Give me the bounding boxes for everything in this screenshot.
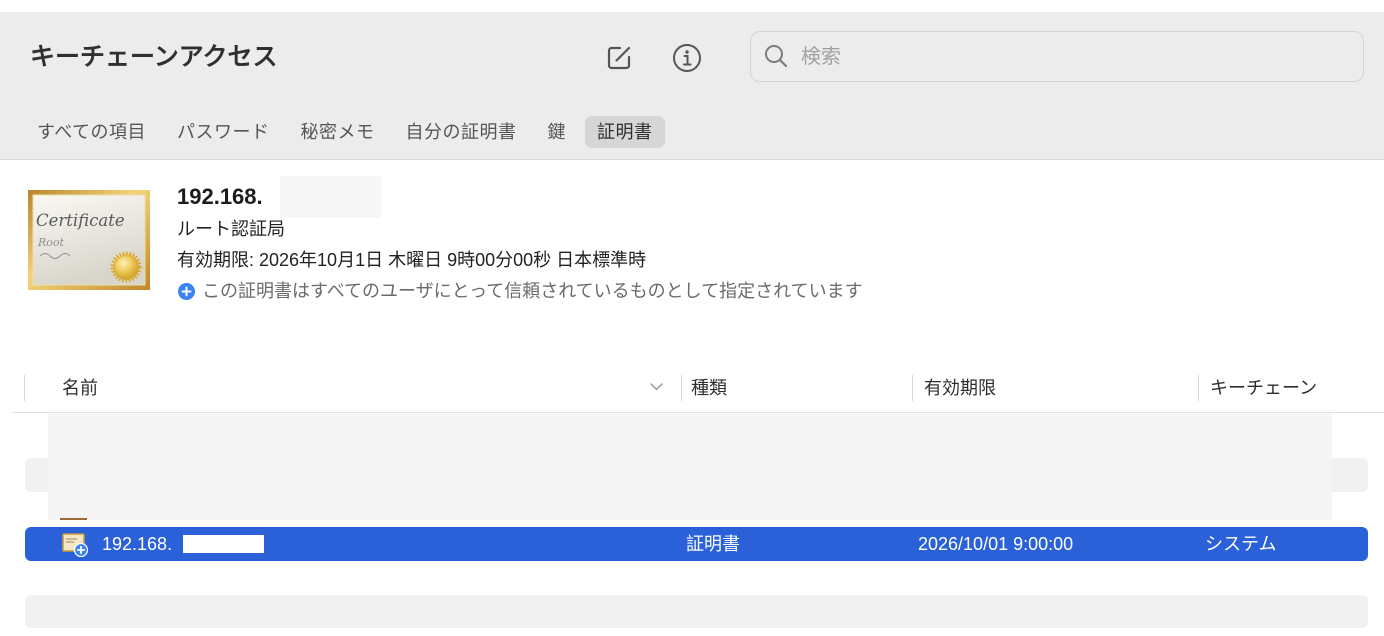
redaction-block: [280, 176, 381, 218]
column-divider[interactable]: [681, 375, 682, 401]
redaction-block: [48, 413, 1332, 520]
table-header: 名前 種類 有効期限 キーチェーン: [0, 372, 1384, 412]
tab-secure-notes[interactable]: 秘密メモ: [289, 116, 387, 148]
toolbar: キーチェーンアクセス すべての項目 パスワード 秘密メモ 自分の証明書 鍵 証明…: [0, 12, 1384, 160]
row-keychain: システム: [1205, 534, 1277, 554]
certificate-image: Certificate Root: [28, 190, 150, 290]
column-header-name[interactable]: 名前: [62, 376, 98, 400]
plus-circle-icon: [178, 283, 195, 300]
row-icon-fragment: [60, 518, 87, 520]
category-tabs: すべての項目 パスワード 秘密メモ 自分の証明書 鍵 証明書: [25, 116, 665, 148]
tab-certificates[interactable]: 証明書: [585, 116, 665, 148]
compose-icon: [607, 46, 631, 70]
chevron-down-icon[interactable]: [650, 383, 663, 391]
info-icon: [673, 44, 701, 72]
certificate-icon: [62, 533, 88, 557]
column-divider[interactable]: [24, 375, 25, 401]
column-header-kind[interactable]: 種類: [691, 376, 727, 400]
window-title: キーチェーンアクセス: [30, 43, 278, 71]
tab-passwords[interactable]: パスワード: [165, 116, 282, 148]
row-kind: 証明書: [686, 534, 740, 554]
search-field[interactable]: [750, 31, 1364, 82]
trust-note: この証明書はすべてのユーザにとって信頼されているものとして指定されています: [202, 281, 863, 301]
search-input[interactable]: [799, 40, 1343, 74]
row-name: 192.168.: [102, 534, 173, 554]
tab-keys[interactable]: 鍵: [536, 116, 579, 148]
certificate-expiry: 有効期限: 2026年10月1日 木曜日 9時00分00秒 日本標準時: [177, 250, 647, 270]
column-header-expires[interactable]: 有効期限: [924, 376, 996, 400]
certificate-kind: ルート認証局: [177, 219, 285, 239]
new-item-button[interactable]: [603, 42, 635, 74]
column-header-keychain[interactable]: キーチェーン: [1210, 376, 1317, 400]
tab-all-items[interactable]: すべての項目: [25, 116, 158, 148]
certificate-image-title: Certificate: [36, 211, 125, 230]
search-icon: [765, 45, 788, 68]
tab-my-certificates[interactable]: 自分の証明書: [394, 116, 529, 148]
redaction-block: [183, 535, 264, 553]
certificate-image-subtitle: Root: [37, 236, 65, 249]
certificate-name: 192.168.: [177, 184, 263, 209]
info-button[interactable]: [671, 42, 703, 74]
table-row-selected[interactable]: 192.168. 証明書 2026/10/01 9:00:00 システム: [25, 527, 1368, 561]
column-divider[interactable]: [912, 375, 913, 401]
table-row[interactable]: [25, 595, 1368, 628]
column-divider[interactable]: [1198, 375, 1199, 401]
row-expires: 2026/10/01 9:00:00: [918, 534, 1074, 554]
